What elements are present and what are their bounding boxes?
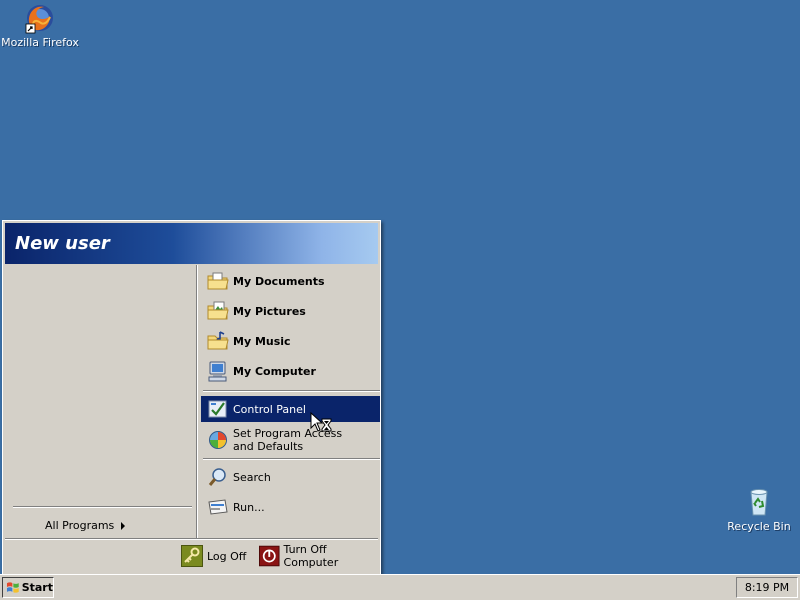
my-pictures-icon bbox=[205, 298, 231, 324]
program-access-icon bbox=[205, 427, 231, 453]
divider bbox=[203, 458, 380, 460]
menu-item-label: Search bbox=[233, 470, 271, 484]
desktop-icon-label: Mozilla Firefox bbox=[1, 36, 79, 49]
start-menu-footer: Log Off Turn Off Computer bbox=[5, 538, 378, 572]
desktop-icon-recycle-bin[interactable]: Recycle Bin bbox=[719, 486, 799, 533]
run-icon bbox=[205, 494, 231, 520]
all-programs-button[interactable]: All Programs bbox=[45, 517, 195, 535]
divider bbox=[196, 265, 198, 539]
divider bbox=[13, 506, 192, 508]
menu-item-label: My Documents bbox=[233, 274, 325, 288]
control-panel-icon bbox=[205, 396, 231, 422]
menu-item-my-music[interactable]: My Music bbox=[201, 328, 380, 354]
menu-item-my-pictures[interactable]: My Pictures bbox=[201, 298, 380, 324]
desktop-icon-firefox[interactable]: Mozilla Firefox bbox=[0, 2, 80, 49]
key-icon bbox=[181, 545, 203, 567]
menu-item-my-computer[interactable]: My Computer bbox=[201, 358, 380, 384]
turn-off-label: Turn Off Computer bbox=[283, 543, 339, 569]
start-menu-places-pane: My Documents My Pictures My Music My Com… bbox=[199, 265, 380, 539]
menu-item-label: Control Panel bbox=[233, 402, 306, 416]
desktop-icon-label: Recycle Bin bbox=[727, 520, 791, 533]
turn-off-computer-button[interactable]: Turn Off Computer bbox=[259, 543, 378, 569]
menu-item-search[interactable]: Search bbox=[201, 464, 380, 490]
menu-item-label: My Pictures bbox=[233, 304, 306, 318]
start-button[interactable]: Start bbox=[2, 577, 54, 598]
menu-item-run[interactable]: Run... bbox=[201, 494, 380, 520]
arrow-right-icon bbox=[121, 522, 125, 530]
log-off-label: Log Off bbox=[207, 549, 247, 563]
firefox-icon bbox=[25, 5, 53, 34]
start-label: Start bbox=[21, 581, 53, 594]
my-computer-icon bbox=[205, 358, 231, 384]
system-tray-clock[interactable]: 8:19 PM bbox=[736, 577, 798, 598]
search-icon bbox=[205, 464, 231, 490]
menu-item-label: My Music bbox=[233, 334, 291, 348]
taskbar: Start 8:19 PM bbox=[0, 574, 800, 600]
start-menu-header: New user bbox=[5, 223, 378, 264]
start-menu: New user All Programs My Documents My Pi… bbox=[2, 220, 381, 575]
my-documents-icon bbox=[205, 268, 231, 294]
my-music-icon bbox=[205, 328, 231, 354]
busy-cursor-icon bbox=[310, 412, 332, 432]
recycle-bin-icon bbox=[750, 489, 768, 516]
user-name: New user bbox=[15, 233, 110, 254]
log-off-button[interactable]: Log Off bbox=[181, 544, 246, 568]
menu-item-set-program-access[interactable]: Set Program Access and Defaults bbox=[201, 425, 380, 455]
divider bbox=[203, 390, 380, 392]
menu-item-my-documents[interactable]: My Documents bbox=[201, 268, 380, 294]
menu-item-control-panel[interactable]: Control Panel bbox=[201, 396, 380, 422]
all-programs-label: All Programs bbox=[45, 519, 115, 532]
power-icon bbox=[259, 545, 280, 567]
windows-logo-icon bbox=[6, 582, 19, 593]
menu-item-label: My Computer bbox=[233, 364, 316, 378]
start-menu-programs-pane: All Programs bbox=[5, 265, 196, 539]
clock-text: 8:19 PM bbox=[744, 581, 790, 594]
menu-item-label: Run... bbox=[233, 500, 265, 514]
menu-item-label: Set Program Access and Defaults bbox=[233, 427, 343, 453]
